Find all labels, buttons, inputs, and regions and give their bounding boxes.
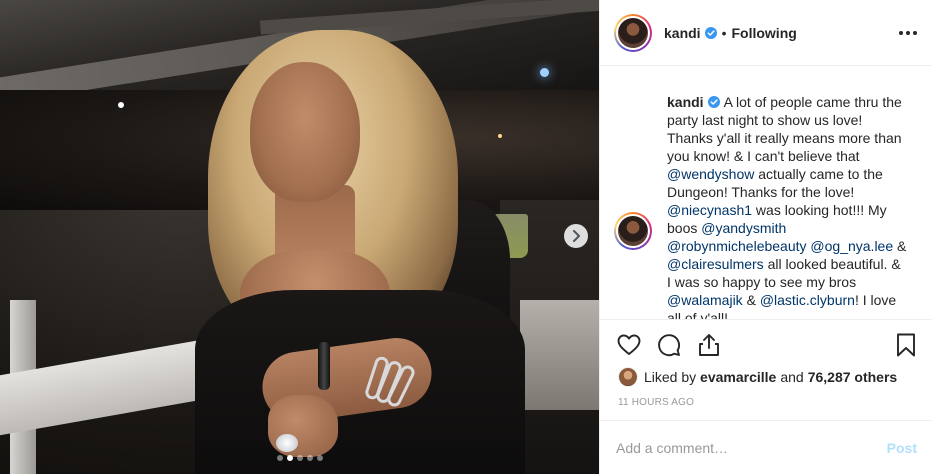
verified-badge-icon: [704, 26, 717, 39]
comment-input[interactable]: [616, 439, 887, 456]
chevron-right-icon: [573, 230, 580, 242]
liked-by-prefix: Liked by: [644, 369, 697, 385]
carousel-dot: [286, 455, 293, 461]
caption-username-link[interactable]: kandi: [667, 94, 704, 110]
mention-link[interactable]: @robynmichelebeauty: [667, 238, 807, 254]
avatar[interactable]: [614, 13, 652, 52]
caption-text-segment: &: [742, 292, 760, 308]
stage-light: [540, 68, 549, 77]
carousel-dot: [316, 455, 323, 461]
carousel-dot: [306, 455, 313, 461]
mention-link[interactable]: @clairesulmers: [667, 256, 764, 272]
action-icons: [616, 332, 722, 358]
profile-photo: [618, 216, 648, 246]
carousel-next-button[interactable]: [564, 224, 588, 248]
mention-link[interactable]: @wendyshow: [667, 166, 754, 182]
person-face: [250, 62, 360, 202]
mention-link[interactable]: @niecynash1: [667, 202, 752, 218]
post-header: kandi • Following: [600, 0, 932, 66]
comment-icon[interactable]: [656, 332, 682, 358]
liked-by-user-link[interactable]: evamarcille: [700, 369, 776, 385]
mention-link[interactable]: @og_nya.lee: [810, 238, 893, 254]
actions-section: Liked by evamarcille and 76,287 others 11 …: [600, 319, 932, 420]
comment-bar: Post: [600, 420, 932, 474]
likes-and: and: [780, 369, 804, 385]
caption-area: kandi A lot of people came thru the party…: [600, 67, 932, 319]
caption-avatar[interactable]: [614, 212, 652, 250]
separator: •: [721, 24, 727, 41]
likes-summary[interactable]: Liked by evamarcille and 76,287 others: [618, 367, 897, 387]
heart-icon[interactable]: [616, 332, 642, 358]
diamond-ring: [276, 434, 298, 452]
likes-count-link[interactable]: 76,287 others: [808, 369, 898, 385]
post-photo[interactable]: [0, 0, 599, 474]
username-link[interactable]: kandi: [664, 25, 701, 41]
carousel-indicators: [0, 455, 599, 461]
mention-link[interactable]: @walamajik: [667, 292, 743, 308]
mention-link[interactable]: @yandysmith: [701, 220, 786, 236]
post-comment-button[interactable]: Post: [887, 440, 917, 456]
post-timestamp[interactable]: 11 HOURS AGO: [618, 397, 694, 408]
stage-light: [498, 134, 502, 138]
stage-light: [118, 102, 124, 108]
following-button[interactable]: Following: [731, 25, 796, 41]
more-options-icon[interactable]: [899, 25, 917, 41]
share-icon[interactable]: [696, 332, 722, 358]
mention-link[interactable]: @lastic.clyburn: [760, 292, 855, 308]
railing-panel: [520, 300, 599, 410]
caption: kandi A lot of people came thru the party…: [667, 93, 907, 319]
caption-body: A lot of people came thru the party last…: [667, 94, 906, 319]
verified-badge-icon: [707, 96, 720, 108]
caption-text-segment: &: [893, 238, 907, 254]
carousel-dot: [276, 455, 283, 461]
carousel-dot: [296, 455, 303, 461]
liker-avatar: [618, 367, 638, 387]
black-cuff-bracelet: [318, 342, 330, 390]
profile-photo: [618, 17, 648, 48]
bookmark-icon[interactable]: [893, 332, 919, 358]
post-side-panel: kandi • Following kandi A lot of people c…: [599, 0, 932, 474]
